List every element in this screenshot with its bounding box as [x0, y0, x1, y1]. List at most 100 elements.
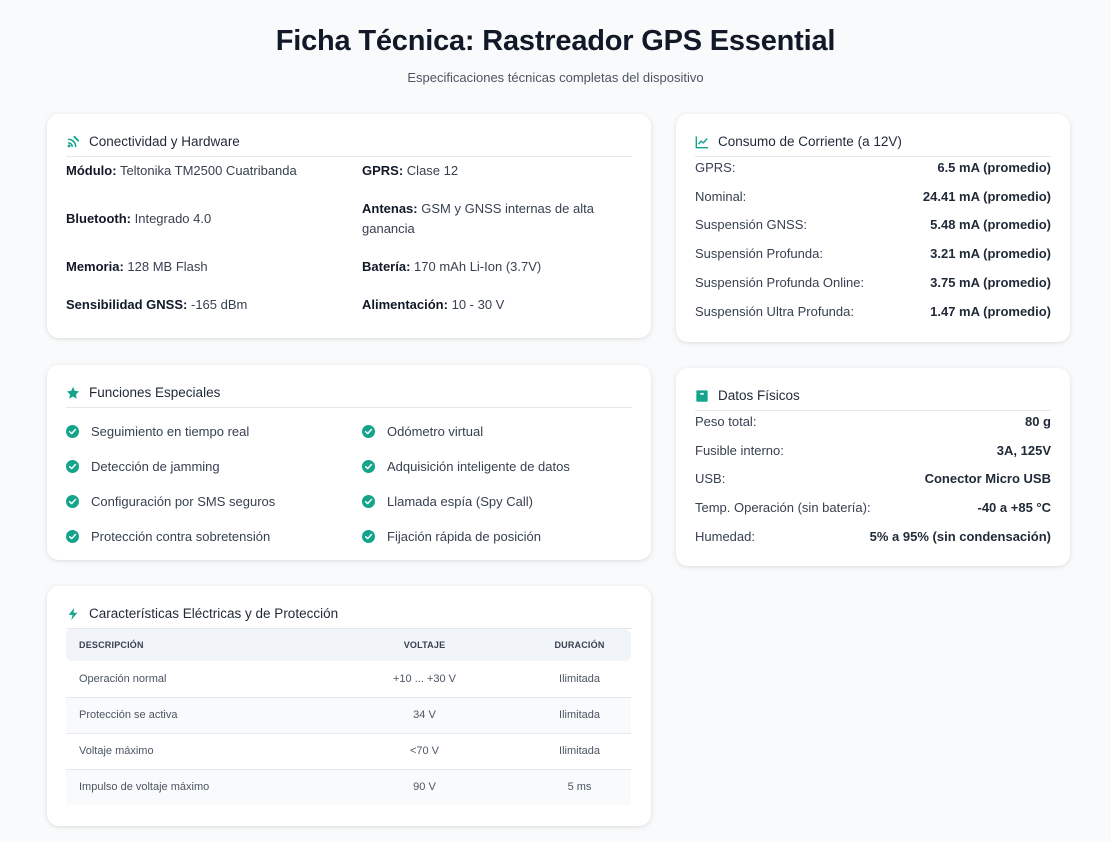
- feature-label: Protección contra sobretensión: [91, 529, 271, 544]
- features-card: Funciones Especiales Seguimiento en tiem…: [47, 365, 651, 560]
- bolt-icon: [66, 607, 80, 621]
- consumption-list: GPRS: 6.5 mA (promedio) Nominal: 24.41 mA (…: [695, 153, 1051, 326]
- spec-item: Sensibilidad GNSS: -165 dBm: [66, 291, 362, 329]
- spec-value: Clase 12: [406, 163, 459, 178]
- electrical-title-text: Características Eléctricas y de Protecci…: [89, 606, 339, 621]
- feature-item: Seguimiento en tiempo real: [66, 414, 362, 449]
- line-chart-icon: [695, 135, 709, 149]
- spec-value: 10 - 30 V: [451, 297, 505, 312]
- consumption-label: Suspensión Profunda Online:: [695, 275, 865, 291]
- feature-item: Configuración por SMS seguros: [66, 484, 362, 519]
- feature-item: Protección contra sobretensión: [66, 519, 362, 554]
- feature-item: Fijación rápida de posición: [362, 519, 632, 554]
- consumption-value: 1.47 mA (promedio): [930, 303, 1051, 319]
- box-icon: [695, 389, 709, 403]
- physical-row: USB: Conector Micro USB: [695, 465, 1051, 494]
- consumption-row: Nominal: 24.41 mA (promedio): [695, 182, 1051, 211]
- row-duration: Ilimitada: [528, 696, 631, 733]
- physical-value: Conector Micro USB: [924, 471, 1051, 487]
- consumption-value: 24.41 mA (promedio): [922, 188, 1051, 204]
- row-description: Voltaje máximo: [66, 732, 321, 769]
- physical-list: Peso total: 80 g Fusible interno: 3A, 125V U…: [695, 407, 1051, 551]
- column-header-description: Descripción: [79, 640, 144, 650]
- consumption-label: Suspensión Ultra Profunda:: [695, 303, 854, 319]
- consumption-label: GPRS:: [695, 159, 736, 175]
- spec-item: Bluetooth: Integrado 4.0: [66, 195, 362, 253]
- spec-item: GPRS: Clase 12: [362, 157, 632, 195]
- star-icon: [66, 386, 80, 400]
- physical-value: 5% a 95% (sin condensación): [869, 529, 1051, 545]
- connectivity-card-title: Conectividad y Hardware: [66, 134, 632, 157]
- feature-label: Seguimiento en tiempo real: [91, 424, 250, 439]
- check-circle-icon: [362, 530, 375, 543]
- spec-label: Sensibilidad GNSS:: [66, 297, 188, 312]
- consumption-value: 3.21 mA (promedio): [930, 246, 1051, 262]
- physical-label: Peso total:: [695, 413, 757, 429]
- consumption-row: GPRS: 6.5 mA (promedio): [695, 153, 1051, 182]
- table-header-row: Descripción Voltaje Duración: [66, 629, 631, 661]
- consumption-row: Suspensión GNSS: 5.48 mA (promedio): [695, 211, 1051, 240]
- table-row: Protección se activa 34 V Ilimitada: [66, 696, 631, 733]
- row-description: Impulso de voltaje máximo: [66, 768, 321, 805]
- connectivity-title-text: Conectividad y Hardware: [89, 134, 240, 149]
- feature-label: Odómetro virtual: [387, 424, 484, 439]
- row-description: Operación normal: [79, 672, 167, 685]
- physical-value: 3A, 125V: [996, 442, 1051, 458]
- check-circle-icon: [362, 460, 375, 473]
- features-card-title: Funciones Especiales: [66, 385, 632, 408]
- physical-row: Peso total: 80 g: [695, 407, 1051, 436]
- consumption-value: 6.5 mA (promedio): [937, 159, 1051, 175]
- spec-item: Módulo: Teltonika TM2500 Cuatribanda: [66, 157, 362, 195]
- spec-value: 170 mAh Li-Ion (3.7V): [414, 259, 542, 274]
- physical-row: Fusible interno: 3A, 125V: [695, 436, 1051, 465]
- row-voltage: <70 V: [321, 732, 528, 769]
- check-circle-icon: [362, 495, 375, 508]
- spec-label: Antenas:: [362, 201, 418, 216]
- consumption-value: 5.48 mA (promedio): [930, 217, 1051, 233]
- column-header-duration: Duración: [554, 640, 605, 650]
- connectivity-specs: Módulo: Teltonika TM2500 Cuatribanda GPRS…: [66, 157, 632, 329]
- spec-label: Módulo:: [66, 163, 117, 178]
- physical-value: -40 a +85 °C: [977, 500, 1052, 516]
- consumption-title-text: Consumo de Corriente (a 12V): [718, 134, 902, 149]
- spec-item: Antenas: GSM y GNSS internas de alta gan…: [362, 195, 632, 253]
- page-title: Ficha Técnica: Rastreador GPS Essential: [275, 25, 836, 57]
- connectivity-card: Conectividad y Hardware Módulo: Teltonik…: [47, 114, 651, 338]
- electrical-card: Características Eléctricas y de Protecci…: [47, 586, 651, 826]
- spec-item: Batería: 170 mAh Li-Ion (3.7V): [362, 253, 632, 291]
- physical-label: Fusible interno:: [695, 442, 784, 458]
- spec-label: Batería:: [362, 259, 411, 274]
- row-duration: 5 ms: [528, 768, 631, 805]
- electrical-table: Descripción Voltaje Duración Operación n…: [66, 629, 631, 805]
- consumption-label: Suspensión GNSS:: [695, 217, 808, 233]
- feature-label: Fijación rápida de posición: [387, 529, 541, 544]
- physical-row: Temp. Operación (sin batería): -40 a +85 …: [695, 493, 1051, 522]
- row-voltage: 90 V: [321, 768, 528, 805]
- physical-card: Datos Físicos Peso total: 80 g Fusible int…: [676, 368, 1070, 566]
- spec-label: Bluetooth:: [66, 211, 131, 226]
- physical-title-text: Datos Físicos: [718, 388, 800, 403]
- satellite-icon: [66, 135, 80, 149]
- consumption-card: Consumo de Corriente (a 12V) GPRS: 6.5 mA…: [676, 114, 1070, 342]
- consumption-row: Suspensión Profunda Online: 3.75 mA (prom…: [695, 268, 1051, 297]
- table-row: Operación normal +10 ... +30 V Ilimitada: [66, 661, 631, 697]
- consumption-label: Suspensión Profunda:: [695, 246, 823, 262]
- row-duration: Ilimitada: [528, 732, 631, 769]
- row-voltage: 34 V: [321, 696, 528, 733]
- row-duration: Ilimitada: [559, 672, 600, 685]
- physical-label: Humedad:: [695, 529, 755, 545]
- spec-value: -165 dBm: [190, 297, 248, 312]
- physical-label: Temp. Operación (sin batería):: [695, 500, 871, 516]
- spec-label: GPRS:: [362, 163, 404, 178]
- features-list: Seguimiento en tiempo real Odómetro virtu…: [66, 414, 632, 554]
- spec-value: Integrado 4.0: [134, 211, 212, 226]
- feature-label: Adquisición inteligente de datos: [387, 459, 570, 474]
- feature-label: Detección de jamming: [91, 459, 220, 474]
- feature-label: Llamada espía (Spy Call): [387, 494, 533, 509]
- physical-value: 80 g: [1024, 413, 1051, 429]
- physical-row: Humedad: 5% a 95% (sin condensación): [695, 522, 1051, 551]
- column-header-voltage: Voltaje: [403, 640, 446, 650]
- consumption-label: Nominal:: [695, 188, 747, 204]
- feature-item: Detección de jamming: [66, 449, 362, 484]
- feature-item: Llamada espía (Spy Call): [362, 484, 632, 519]
